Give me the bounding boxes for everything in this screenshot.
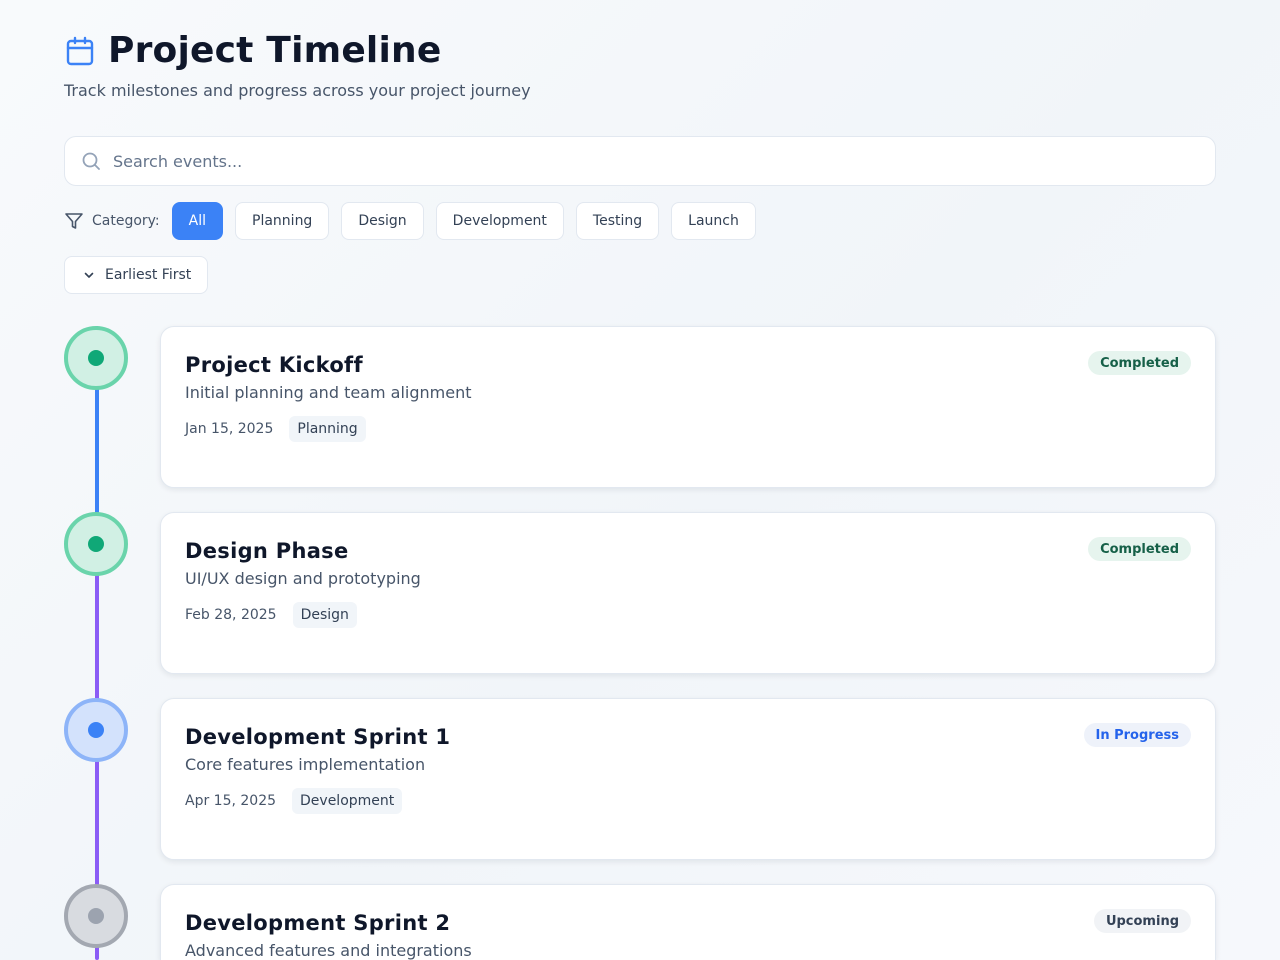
filter-icon xyxy=(64,211,84,231)
filter-chip-development[interactable]: Development xyxy=(435,202,564,240)
event-description: Advanced features and integrations xyxy=(185,941,472,960)
status-dot xyxy=(88,908,104,924)
event-title: Project Kickoff xyxy=(185,353,363,377)
event-meta: Jan 15, 2025 Planning xyxy=(185,416,1191,442)
chevron-down-icon xyxy=(81,267,97,283)
status-dot xyxy=(88,350,104,366)
calendar-icon xyxy=(64,35,96,67)
status-badge: In Progress xyxy=(1083,723,1191,747)
page-subtitle: Track milestones and progress across you… xyxy=(64,81,531,100)
sort-dropdown[interactable]: Earliest First xyxy=(64,256,209,294)
event-title: Development Sprint 1 xyxy=(185,725,451,749)
status-dot xyxy=(88,722,104,738)
timeline-node-upcoming xyxy=(64,884,128,948)
event-date: Jan 15, 2025 xyxy=(185,421,274,437)
event-card[interactable]: Development Sprint 2 Advanced features a… xyxy=(160,884,1216,960)
event-card[interactable]: Development Sprint 1 Core features imple… xyxy=(160,698,1216,860)
event-description: Initial planning and team alignment xyxy=(185,383,472,402)
status-badge: Completed xyxy=(1088,537,1191,561)
event-date: Feb 28, 2025 xyxy=(185,607,277,623)
filter-chip-design[interactable]: Design xyxy=(341,202,424,240)
page-header: Project Timeline xyxy=(64,30,441,71)
filter-chip-all[interactable]: All xyxy=(171,202,224,240)
search-icon xyxy=(81,151,101,171)
filter-chip-testing[interactable]: Testing xyxy=(575,202,660,240)
status-badge: Upcoming xyxy=(1093,909,1191,933)
event-category-tag: Design xyxy=(292,602,357,628)
filter-chip-launch[interactable]: Launch xyxy=(671,202,756,240)
sort-label: Earliest First xyxy=(105,267,192,283)
timeline-node-completed xyxy=(64,512,128,576)
event-card[interactable]: Design Phase UI/UX design and prototypin… xyxy=(160,512,1216,674)
event-title: Development Sprint 2 xyxy=(185,911,451,935)
search-bar[interactable] xyxy=(64,136,1216,186)
event-meta: Apr 15, 2025 Development xyxy=(185,788,1191,814)
status-dot xyxy=(88,536,104,552)
event-description: UI/UX design and prototyping xyxy=(185,569,421,588)
category-filter: Category: All Planning Design Developmen… xyxy=(64,202,768,240)
event-card[interactable]: Project Kickoff Initial planning and tea… xyxy=(160,326,1216,488)
filter-chip-planning[interactable]: Planning xyxy=(235,202,330,240)
event-category-tag: Development xyxy=(292,788,403,814)
timeline-node-completed xyxy=(64,326,128,390)
event-meta: Feb 28, 2025 Design xyxy=(185,602,1191,628)
page-title: Project Timeline xyxy=(108,30,442,71)
event-description: Core features implementation xyxy=(185,755,426,774)
timeline-page: Project Timeline Track milestones and pr… xyxy=(0,0,1280,960)
timeline-node-in-progress xyxy=(64,698,128,762)
search-input[interactable] xyxy=(113,151,1215,171)
event-date: Apr 15, 2025 xyxy=(185,793,277,809)
event-category-tag: Planning xyxy=(289,416,366,442)
category-label: Category: xyxy=(92,213,160,229)
event-title: Design Phase xyxy=(185,539,349,563)
status-badge: Completed xyxy=(1088,351,1191,375)
